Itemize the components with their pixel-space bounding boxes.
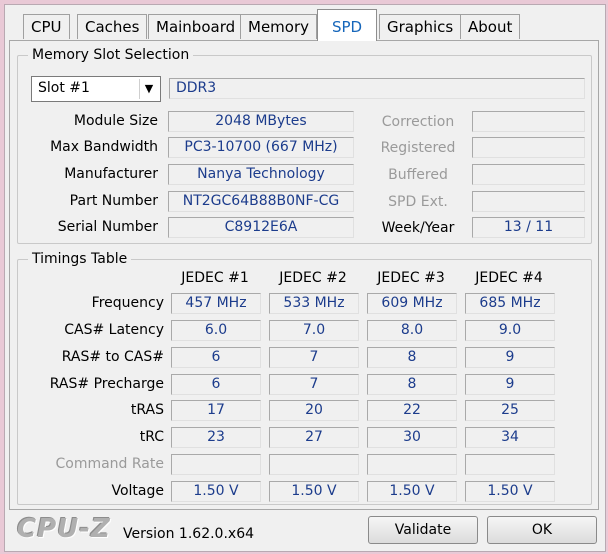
max-bandwidth-label: Max Bandwidth <box>50 139 158 155</box>
timings-row-label: RAS# to CAS# <box>61 349 164 365</box>
serial-number-field: C8912E6A <box>168 217 354 238</box>
spd-ext-field <box>472 191 585 212</box>
serial-number-label: Serial Number <box>57 219 158 235</box>
timings-cell: 8 <box>367 374 457 395</box>
ok-button[interactable]: OK <box>487 516 597 544</box>
slot-select[interactable]: Slot #1 ▼ <box>31 76 161 102</box>
max-bandwidth-field: PC3-10700 (667 MHz) <box>168 137 354 158</box>
cpuz-window: CPU Caches Mainboard Memory SPD Graphics… <box>4 4 606 552</box>
tab-spd[interactable]: SPD <box>317 9 377 41</box>
timings-cell: 1.50 V <box>367 481 457 502</box>
version-text: Version 1.62.0.x64 <box>123 526 255 542</box>
timings-cell: 6.0 <box>171 320 261 341</box>
timings-cell: 1.50 V <box>465 481 555 502</box>
timings-cell: 1.50 V <box>171 481 261 502</box>
timings-cell: 1.50 V <box>269 481 359 502</box>
timings-cell: 6 <box>171 374 261 395</box>
timings-col-header: JEDEC #1 <box>181 270 249 286</box>
timings-cell: 685 MHz <box>465 293 555 314</box>
timings-cell: 7 <box>269 374 359 395</box>
week-year-label: Week/Year <box>381 220 455 236</box>
timings-cell: 7 <box>269 347 359 368</box>
part-number-label: Part Number <box>69 193 158 209</box>
manufacturer-label: Manufacturer <box>64 166 158 182</box>
timings-cell: 30 <box>367 427 457 448</box>
manufacturer-field: Nanya Technology <box>168 164 354 185</box>
timings-cell: 533 MHz <box>269 293 359 314</box>
registered-label: Registered <box>380 140 456 156</box>
memory-slot-title: Memory Slot Selection <box>28 47 194 63</box>
timings-col-header: JEDEC #2 <box>279 270 347 286</box>
timings-cell <box>171 454 261 475</box>
memory-type-field: DDR3 <box>169 78 585 99</box>
timings-cell: 8.0 <box>367 320 457 341</box>
timings-cell: 23 <box>171 427 261 448</box>
memory-slot-group: Memory Slot Selection Slot #1 ▼ DDR3 Mod… <box>17 47 592 244</box>
timings-group: Timings Table JEDEC #1 JEDEC #2 JEDEC #3… <box>17 251 592 505</box>
timings-cell: 20 <box>269 400 359 421</box>
timings-cell <box>367 454 457 475</box>
validate-button[interactable]: Validate <box>368 516 478 544</box>
timings-row-label: CAS# Latency <box>64 322 164 338</box>
timings-cell: 9 <box>465 374 555 395</box>
chevron-down-icon: ▼ <box>139 79 158 99</box>
timings-col-header: JEDEC #4 <box>475 270 543 286</box>
tab-caches[interactable]: Caches <box>77 14 148 39</box>
timings-cell: 9.0 <box>465 320 555 341</box>
timings-row-label: Command Rate <box>55 456 164 472</box>
buffered-label: Buffered <box>388 167 448 183</box>
part-number-field: NT2GC64B88B0NF-CG <box>168 191 354 212</box>
timings-col-header: JEDEC #3 <box>377 270 445 286</box>
timings-row-label: Frequency <box>91 295 164 311</box>
tab-cpu[interactable]: CPU <box>23 14 70 39</box>
timings-cell: 9 <box>465 347 555 368</box>
timings-cell <box>465 454 555 475</box>
spd-ext-label: SPD Ext. <box>388 194 448 210</box>
timings-cell: 609 MHz <box>367 293 457 314</box>
cpuz-logo: CPU-Z <box>17 514 111 544</box>
tab-memory[interactable]: Memory <box>240 14 318 39</box>
tab-graphics[interactable]: Graphics <box>379 14 462 39</box>
module-size-label: Module Size <box>73 113 158 129</box>
timings-row-label: RAS# Precharge <box>49 376 164 392</box>
timings-cell <box>269 454 359 475</box>
module-size-field: 2048 MBytes <box>168 111 354 132</box>
timings-cell: 8 <box>367 347 457 368</box>
correction-label: Correction <box>381 114 455 130</box>
timings-title: Timings Table <box>28 251 132 267</box>
timings-cell: 27 <box>269 427 359 448</box>
timings-cell: 17 <box>171 400 261 421</box>
tab-about[interactable]: About <box>460 14 521 39</box>
timings-cell: 25 <box>465 400 555 421</box>
timings-cell: 34 <box>465 427 555 448</box>
tab-mainboard[interactable]: Mainboard <box>148 14 244 39</box>
buffered-field <box>472 164 585 185</box>
registered-field <box>472 137 585 158</box>
spd-panel: Memory Slot Selection Slot #1 ▼ DDR3 Mod… <box>9 40 599 510</box>
timings-cell: 457 MHz <box>171 293 261 314</box>
timings-cell: 7.0 <box>269 320 359 341</box>
timings-row-label: tRC <box>139 429 164 445</box>
timings-row-label: tRAS <box>130 402 164 418</box>
timings-cell: 22 <box>367 400 457 421</box>
week-year-field: 13 / 11 <box>472 217 585 238</box>
correction-field <box>472 111 585 132</box>
timings-cell: 6 <box>171 347 261 368</box>
timings-row-label: Voltage <box>111 483 164 499</box>
slot-select-value: Slot #1 <box>38 80 90 96</box>
